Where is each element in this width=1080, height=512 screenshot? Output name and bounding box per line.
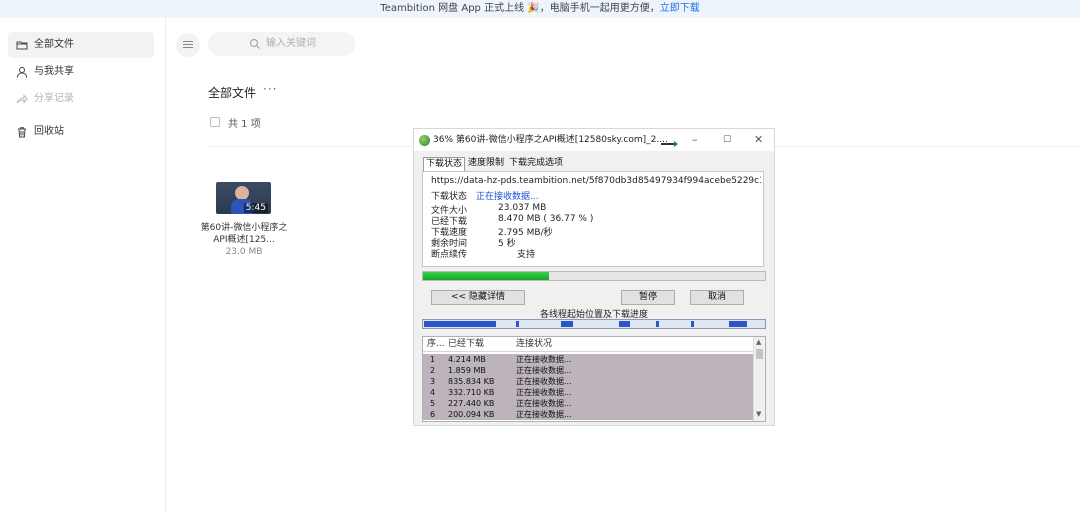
- close-button[interactable]: ✕: [754, 129, 763, 151]
- globe-icon: [419, 135, 430, 146]
- app-download-banner: Teambition 网盘 App 正式上线 🎉，电脑手机一起用更方便，立即下载: [0, 0, 1080, 18]
- thread-progress-bar: [422, 319, 766, 329]
- dialog-title: 36% 第60讲-微信小程序之API概述[12580sky.com]_2....: [433, 135, 668, 145]
- sidebar-item-all-files[interactable]: 全部文件: [8, 32, 154, 58]
- sidebar-item-label: 与我共享: [34, 66, 74, 77]
- table-row[interactable]: 4 332.710 KB 正在接收数据...: [423, 387, 753, 398]
- person-figure: [235, 186, 249, 200]
- banner-text: Teambition 网盘 App 正式上线 🎉，电脑手机一起用更方便，: [380, 3, 660, 14]
- hide-details-button[interactable]: << 隐藏详情: [431, 290, 525, 305]
- table-row[interactable]: 5 227.440 KB 正在接收数据...: [423, 398, 753, 409]
- sidebar-item-label: 回收站: [34, 126, 64, 137]
- trash-icon: [18, 127, 26, 138]
- column-header-downloaded[interactable]: 已经下载: [448, 337, 484, 352]
- column-header-index[interactable]: 序...: [427, 337, 445, 352]
- thread-segment: [691, 321, 694, 327]
- sidebar-item-share-records[interactable]: 分享记录: [8, 86, 154, 112]
- table-row[interactable]: 2 1.859 MB 正在接收数据...: [423, 365, 753, 376]
- thread-segment: [656, 321, 659, 327]
- folder-icon: [16, 41, 28, 50]
- search-box[interactable]: 输入关键词: [208, 32, 355, 56]
- thread-segment: [729, 321, 747, 327]
- status-label: 下载状态: [431, 192, 468, 202]
- download-now-link[interactable]: 立即下载: [660, 3, 700, 14]
- cancel-button[interactable]: 取消: [690, 290, 744, 305]
- status-panel: https://data-hz-pds.teambition.net/5f870…: [422, 171, 764, 267]
- thread-segment: [516, 321, 519, 327]
- resume-support-value: 支持: [517, 250, 536, 260]
- table-row[interactable]: 1 4.214 MB 正在接收数据...: [423, 354, 753, 365]
- info-label: 断点续传: [431, 250, 468, 260]
- download-url: https://data-hz-pds.teambition.net/5f870…: [431, 176, 761, 186]
- user-icon: [17, 67, 27, 78]
- sidebar-item-shared-with-me[interactable]: 与我共享: [8, 59, 154, 85]
- download-dialog: 36% 第60讲-微信小程序之API概述[12580sky.com]_2....…: [413, 128, 775, 426]
- share-icon: [16, 94, 28, 104]
- page-title: 全部文件: [208, 86, 257, 100]
- thread-segment: [619, 321, 630, 327]
- remaining-time-value: 5 秒: [498, 239, 516, 249]
- tab-download-status[interactable]: 下载状态: [423, 157, 466, 171]
- video-duration: 5:45: [243, 203, 268, 213]
- thread-list: 序... 已经下载 连接状况 1 4.214 MB 正在接收数据... 2 1.859…: [422, 336, 766, 422]
- scroll-down-icon[interactable]: ▼: [756, 410, 761, 418]
- select-all-checkbox[interactable]: [210, 117, 220, 127]
- file-size-value: 23.037 MB: [498, 203, 547, 213]
- arrow-icon: [661, 141, 678, 147]
- scroll-up-icon[interactable]: ▲: [756, 338, 761, 346]
- search-icon: [249, 38, 260, 49]
- hamburger-icon: [183, 41, 193, 42]
- progress-fill: [423, 272, 549, 280]
- table-row[interactable]: 3 835.834 KB 正在接收数据...: [423, 376, 753, 387]
- more-options-button[interactable]: ···: [263, 82, 277, 96]
- thread-segment: [424, 321, 496, 327]
- item-count: 共 1 项: [228, 119, 261, 130]
- column-header-status[interactable]: 连接状况: [516, 337, 552, 352]
- video-thumbnail[interactable]: 5:45: [216, 182, 271, 214]
- file-name[interactable]: 第60讲-微信小程序之API概述[125...: [200, 222, 288, 246]
- sidebar: 全部文件 与我共享 分享记录 回收站: [0, 18, 166, 512]
- sidebar-item-recycle-bin[interactable]: 回收站: [8, 119, 154, 145]
- downloaded-value: 8.470 MB ( 36.77 % ): [498, 214, 594, 224]
- menu-button[interactable]: [176, 33, 200, 57]
- file-size: 23.0 MB: [225, 247, 263, 257]
- list-scrollbar[interactable]: ▲ ▼: [753, 337, 765, 421]
- sidebar-item-label: 分享记录: [34, 93, 74, 104]
- tab-completion-options[interactable]: 下载完成选项: [507, 157, 565, 171]
- maximize-button[interactable]: ☐: [723, 129, 731, 151]
- scrollbar-thumb[interactable]: [756, 349, 763, 359]
- tab-speed-limit[interactable]: 速度限制: [466, 157, 506, 171]
- download-progress-bar: [422, 271, 766, 281]
- table-row[interactable]: 6 200.094 KB 正在接收数据...: [423, 409, 753, 420]
- thread-list-header: 序... 已经下载 连接状况: [423, 337, 753, 352]
- dialog-title-bar[interactable]: 36% 第60讲-微信小程序之API概述[12580sky.com]_2....…: [414, 129, 774, 151]
- status-value: 正在接收数据...: [476, 192, 539, 202]
- minimize-button[interactable]: –: [692, 129, 698, 151]
- search-input[interactable]: 输入关键词: [266, 32, 316, 56]
- sidebar-item-label: 全部文件: [34, 39, 74, 50]
- pause-button[interactable]: 暂停: [621, 290, 675, 305]
- thread-segment: [561, 321, 573, 327]
